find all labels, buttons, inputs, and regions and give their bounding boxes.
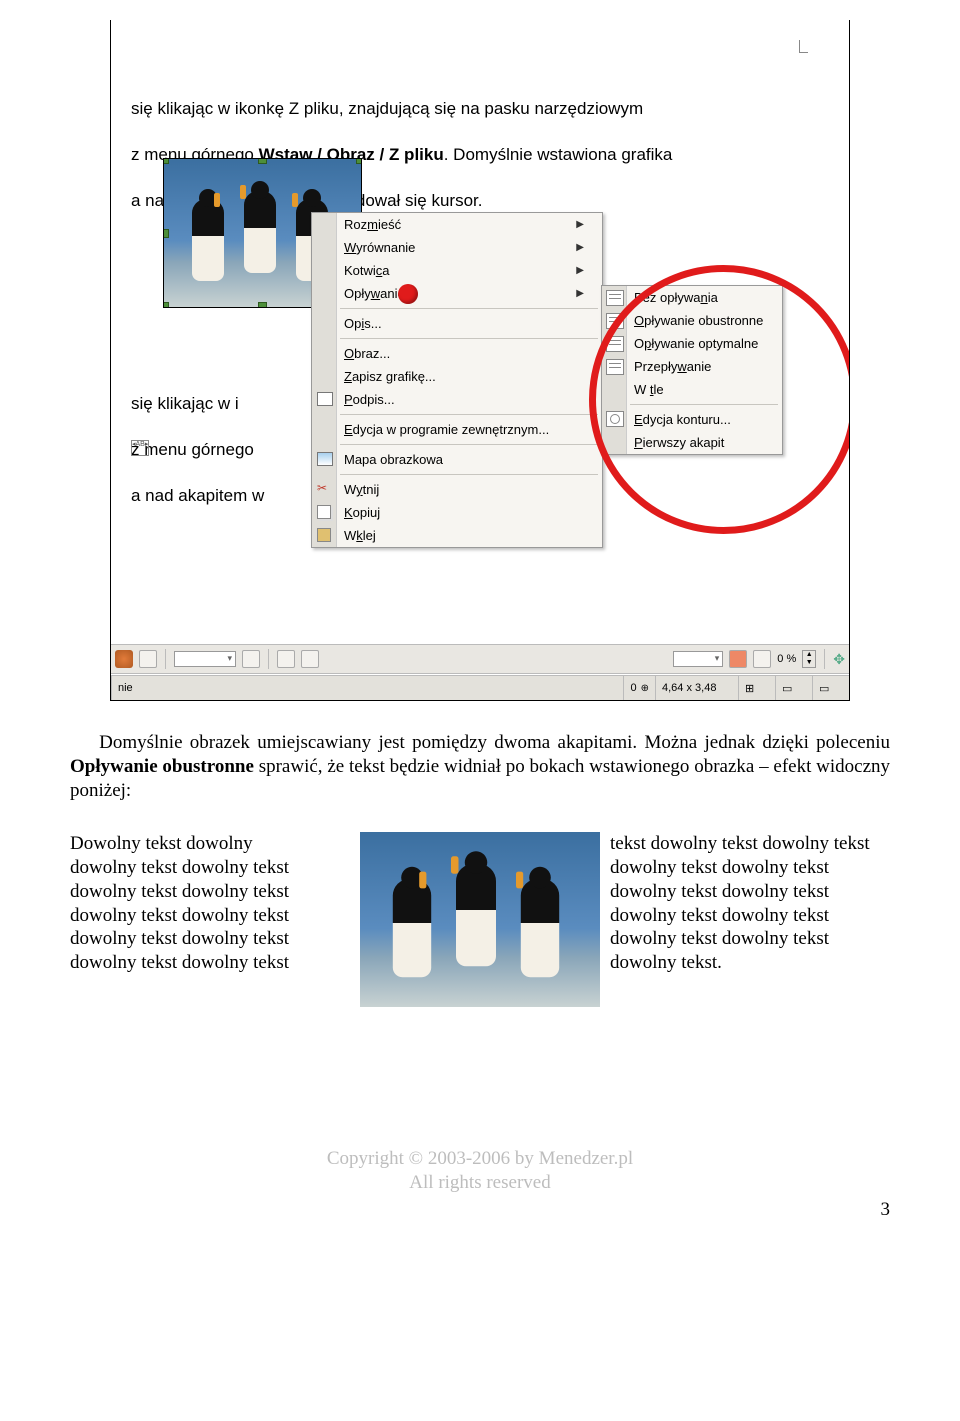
- resize-handle-icon[interactable]: [258, 158, 267, 164]
- status-bar: nie 0⊕ 4,64 x 3,48 ⊞ ▭ ▭: [111, 675, 849, 700]
- wrap-none-icon: [606, 290, 624, 306]
- doc-text-lower: się klikając w i z menu górnego a nad ak…: [131, 370, 264, 508]
- transparency-value: 0 %: [777, 653, 796, 665]
- wrap-text-right: tekst dowolny tekst dowolny tekst dowoln…: [610, 832, 890, 975]
- graphics-mode-select[interactable]: [174, 651, 236, 667]
- sub-item-no-wrap[interactable]: Bez opływania: [602, 286, 782, 309]
- flip-icon[interactable]: [729, 650, 747, 668]
- caption-icon: [317, 392, 333, 406]
- toolbar-button[interactable]: [753, 650, 771, 668]
- highlight-dot-icon: [398, 284, 418, 304]
- caption-anchor-icon: ◂AB▸: [131, 440, 149, 456]
- ctx-item-anchor[interactable]: Kotwica▶: [312, 259, 602, 282]
- page-footer: Copyright © 2003-2006 by Menedzer.pl All…: [70, 1147, 890, 1195]
- status-size: 4,64 x 3,48: [655, 676, 738, 700]
- ctx-item-alignment[interactable]: Wyrównanie▶: [312, 236, 602, 259]
- ctx-item-paste[interactable]: Wklej: [312, 524, 602, 547]
- status-nie: nie: [111, 676, 152, 700]
- sub-item-wrap-both[interactable]: Opływanie obustronne: [602, 309, 782, 332]
- sub-item-wrap-through[interactable]: Przepływanie: [602, 355, 782, 378]
- example-image: [360, 832, 600, 1007]
- toolbar-button[interactable]: [277, 650, 295, 668]
- doc-text-upper-line1: się klikając w ikonkę Z pliku, znajdując…: [131, 99, 643, 118]
- graphics-filter-icon[interactable]: [115, 650, 133, 668]
- clipboard-icon: [317, 528, 331, 542]
- context-menu: Rozmieść▶ Wyrównanie▶ Kotwica▶ Opływanie…: [311, 212, 603, 548]
- sub-item-edit-contour[interactable]: Edycja konturu...: [602, 408, 782, 431]
- toolbar-select[interactable]: [673, 651, 723, 667]
- resize-handle-icon[interactable]: [163, 229, 169, 238]
- spin-buttons[interactable]: ▲▼: [802, 650, 816, 668]
- ctx-item-cut[interactable]: Wytnij ✂: [312, 478, 602, 501]
- imagemap-icon: [317, 452, 333, 466]
- toolbar-button[interactable]: [301, 650, 319, 668]
- ruler-mark-icon: [799, 40, 808, 53]
- status-zero: 0⊕: [623, 676, 655, 700]
- ctx-item-imagemap[interactable]: Mapa obrazkowa: [312, 448, 602, 471]
- ctx-item-image[interactable]: Obraz...: [312, 342, 602, 365]
- wrap-optimal-icon: [606, 336, 624, 352]
- resize-handle-icon[interactable]: [356, 158, 362, 164]
- body-paragraph: Domyślnie obrazek umiejscawiany jest pom…: [70, 731, 890, 802]
- wrap-example: Dowolny tekst dowolny dowolny tekst dowo…: [70, 832, 890, 1007]
- toolbar-button[interactable]: [139, 650, 157, 668]
- wrap-both-icon: [606, 313, 624, 329]
- ctx-item-wrap[interactable]: Opływanie▶: [312, 282, 602, 305]
- ctx-item-save-graphic[interactable]: Zapisz grafikę...: [312, 365, 602, 388]
- ctx-item-edit-external[interactable]: Edycja w programie zewnętrznym...: [312, 418, 602, 441]
- image-toolbar: 0 % ▲▼ ✥: [111, 644, 849, 674]
- resize-handle-icon[interactable]: [258, 302, 267, 308]
- status-icon: ⊞: [738, 676, 775, 700]
- crop-icon[interactable]: ✥: [833, 651, 845, 668]
- sub-item-wrap-optimal[interactable]: Opływanie optymalne: [602, 332, 782, 355]
- wrap-submenu: Bez opływania Opływanie obustronne Opływ…: [601, 285, 783, 455]
- ctx-item-copy[interactable]: Kopiuj: [312, 501, 602, 524]
- sub-item-background[interactable]: W tle: [602, 378, 782, 401]
- scissors-icon: ✂: [317, 481, 327, 495]
- ctx-item-description[interactable]: Opis...: [312, 312, 602, 335]
- page-number: 3: [70, 1199, 890, 1221]
- status-icon: ▭: [812, 676, 849, 700]
- resize-handle-icon[interactable]: [163, 158, 169, 164]
- ctx-item-caption[interactable]: Podpis...: [312, 388, 602, 411]
- copy-icon: [317, 505, 331, 519]
- wrap-through-icon: [606, 359, 624, 375]
- wrap-text-left: Dowolny tekst dowolny dowolny tekst dowo…: [70, 832, 350, 975]
- sub-item-first-paragraph[interactable]: Pierwszy akapit: [602, 431, 782, 454]
- toolbar-button[interactable]: [242, 650, 260, 668]
- status-icon: ▭: [775, 676, 812, 700]
- ctx-item-arrange[interactable]: Rozmieść▶: [312, 213, 602, 236]
- contour-icon: [606, 411, 624, 427]
- resize-handle-icon[interactable]: [163, 302, 169, 308]
- bold-term: Opływanie obustronne: [70, 756, 254, 777]
- embedded-editor-screenshot: się klikając w ikonkę Z pliku, znajdując…: [110, 20, 850, 701]
